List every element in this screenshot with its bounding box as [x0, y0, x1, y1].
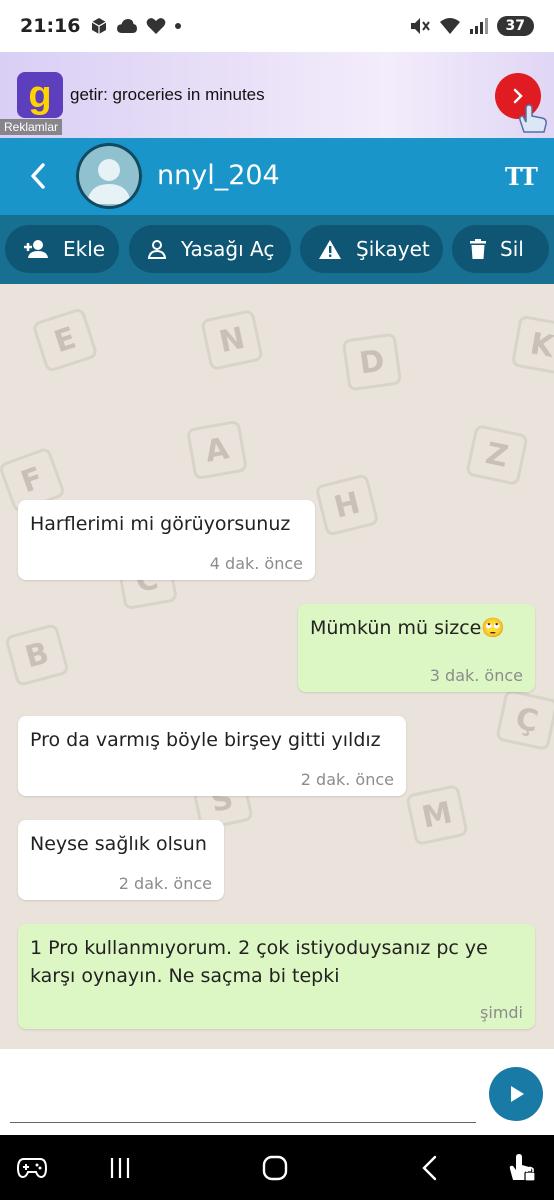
- dot-icon: [175, 23, 182, 29]
- bg-tile: A: [185, 419, 249, 481]
- bg-tile: Z: [465, 423, 529, 487]
- back-button[interactable]: [20, 158, 56, 194]
- action-bar: Ekle Yasağı Aç Şikayet Sil: [0, 215, 554, 284]
- message-bubble-incoming[interactable]: Harflerimi mi görüyorsunuz 4 dak. önce: [18, 500, 315, 580]
- bg-tile: D: [341, 332, 403, 392]
- report-button[interactable]: Şikayet: [300, 225, 443, 273]
- avatar-placeholder-icon: [79, 146, 139, 206]
- back-icon: [422, 1155, 437, 1181]
- send-play-icon: [511, 1086, 524, 1102]
- bg-tile: Ç: [495, 688, 554, 752]
- recents-icon: [110, 1158, 130, 1178]
- chevron-left-icon: [31, 163, 45, 189]
- battery-indicator: 37: [496, 16, 534, 36]
- message-timestamp: 2 dak. önce: [118, 874, 212, 893]
- unblock-button[interactable]: Yasağı Aç: [129, 225, 291, 273]
- trash-icon: [470, 239, 486, 259]
- avatar[interactable]: [76, 143, 142, 209]
- message-bubble-incoming[interactable]: Pro da varmış böyle birşey gitti yıldız …: [18, 716, 406, 796]
- report-label: Şikayet: [356, 237, 430, 261]
- text-size-button[interactable]: TT: [505, 162, 538, 191]
- message-bubble-incoming[interactable]: Neyse sağlık olsun 2 dak. önce: [18, 820, 224, 900]
- heart-icon: [147, 18, 166, 34]
- message-timestamp: şimdi: [480, 1003, 523, 1022]
- system-nav-bar: [0, 1135, 554, 1200]
- status-bar: 21:16 37: [0, 0, 554, 52]
- ad-text[interactable]: getir: groceries in minutes: [70, 85, 265, 105]
- tap-hand-icon: [519, 104, 547, 133]
- message-text: Mümkün mü sizce🙄: [310, 617, 506, 639]
- delete-label: Sil: [500, 237, 524, 261]
- bg-tile: K: [510, 314, 554, 376]
- contact-name[interactable]: nnyl_204: [157, 160, 280, 191]
- delete-button[interactable]: Sil: [452, 225, 549, 273]
- chat-header: nnyl_204 TT: [0, 138, 554, 215]
- add-friend-label: Ekle: [63, 237, 106, 261]
- send-button[interactable]: [489, 1067, 543, 1121]
- message-text: Pro da varmış böyle birşey gitti yıldız: [30, 729, 381, 751]
- add-friend-button[interactable]: Ekle: [5, 225, 119, 273]
- home-button[interactable]: [255, 1149, 295, 1187]
- message-text: 1 Pro kullanmıyorum. 2 çok istiyoduysanı…: [30, 937, 488, 959]
- warning-icon: [318, 239, 342, 260]
- message-input[interactable]: [10, 1059, 476, 1121]
- message-bubble-outgoing[interactable]: Mümkün mü sizce🙄 3 dak. önce: [298, 604, 535, 692]
- input-underline: [10, 1122, 476, 1123]
- bg-tile: M: [405, 783, 469, 847]
- home-icon: [262, 1155, 288, 1181]
- status-time: 21:16: [20, 15, 81, 37]
- message-input-bar: [0, 1049, 554, 1135]
- person-icon: [147, 239, 167, 259]
- message-timestamp: 3 dak. önce: [429, 666, 523, 685]
- recents-button[interactable]: [100, 1149, 140, 1187]
- message-text: Neyse sağlık olsun: [30, 833, 207, 855]
- message-bubble-outgoing[interactable]: 1 Pro kullanmıyorum. 2 çok istiyoduysanı…: [18, 924, 535, 1029]
- game-launcher-button[interactable]: [12, 1149, 52, 1187]
- touch-lock-icon: [509, 1154, 536, 1182]
- bg-tile: H: [314, 473, 380, 537]
- chevron-right-icon: [513, 88, 523, 104]
- box-icon: [92, 18, 107, 34]
- cloud-icon: [117, 19, 138, 33]
- bg-tile: N: [200, 308, 264, 372]
- unblock-label: Yasağı Aç: [181, 237, 275, 261]
- chat-messages[interactable]: E N D K A Z F H B M C S Ç Harflerimi mi …: [0, 284, 554, 1049]
- message-text: Harflerimi mi görüyorsunuz: [30, 513, 291, 535]
- bg-tile: E: [31, 306, 99, 374]
- message-timestamp: 4 dak. önce: [209, 554, 303, 573]
- touch-lock-button[interactable]: [502, 1149, 542, 1187]
- wifi-icon: [439, 18, 460, 34]
- nav-back-button[interactable]: [410, 1149, 450, 1187]
- mute-icon: [410, 18, 430, 34]
- ad-banner[interactable]: g getir: groceries in minutes Reklamlar: [0, 52, 554, 138]
- ad-logo: g: [17, 72, 63, 118]
- bg-tile: B: [4, 622, 70, 688]
- gamepad-icon: [17, 1158, 47, 1179]
- message-timestamp: 2 dak. önce: [300, 770, 394, 789]
- ad-label: Reklamlar: [0, 119, 63, 135]
- signal-icon: [469, 18, 488, 34]
- add-person-icon: [23, 239, 49, 259]
- message-text: karşı oynayın. Ne saçma bi tepki: [30, 965, 340, 987]
